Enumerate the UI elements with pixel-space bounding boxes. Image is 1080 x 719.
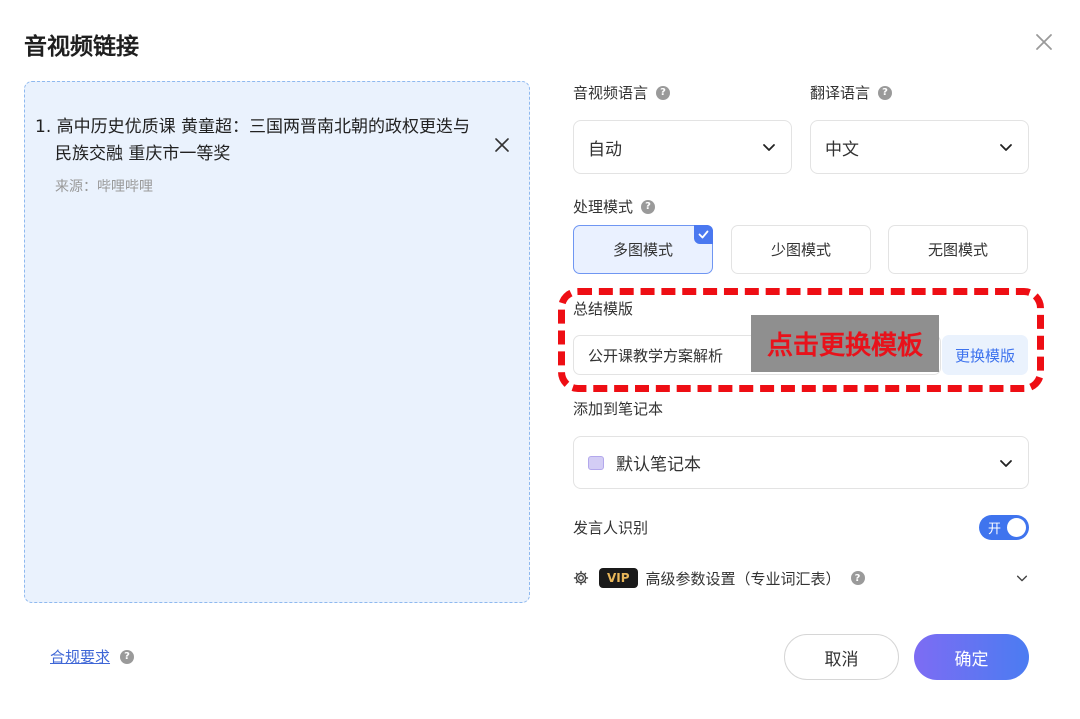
video-title-text: 高中历史优质课 黄童超：三国两晋南北朝的政权更迭与民族交融 重庆市一等奖 — [55, 117, 471, 164]
chevron-down-icon — [1000, 144, 1012, 151]
chevron-down-icon — [1000, 459, 1012, 467]
notebook-value: 默认笔记本 — [616, 455, 701, 475]
compliance-link[interactable]: 合规要求 — [50, 646, 110, 667]
close-icon[interactable] — [1032, 30, 1056, 54]
audio-language-label-text: 音视频语言 — [573, 84, 649, 102]
compliance-row: 合规要求 ? — [50, 646, 135, 667]
check-icon — [694, 225, 713, 244]
mode-label: 无图模式 — [927, 241, 988, 259]
change-template-callout: 点击更换模板 — [751, 315, 939, 372]
vip-badge: VIP — [599, 568, 638, 588]
processing-mode-label-text: 处理模式 — [573, 198, 634, 216]
video-source: 来源：哔哩哔哩 — [55, 179, 153, 195]
notebook-label: 添加到笔记本 — [573, 398, 663, 419]
summary-template-label: 总结模版 — [573, 298, 633, 319]
help-icon[interactable]: ? — [878, 85, 893, 100]
translate-language-select[interactable]: 中文 — [810, 120, 1029, 174]
mode-label: 多图模式 — [612, 241, 673, 259]
chevron-down-icon — [763, 144, 775, 151]
translate-language-value: 中文 — [825, 139, 859, 160]
audio-language-label: 音视频语言 ? — [573, 82, 671, 103]
help-icon[interactable]: ? — [641, 199, 656, 214]
advanced-settings-label: 高级参数设置（专业词汇表） — [645, 569, 841, 588]
notebook-icon — [588, 455, 604, 470]
summary-template-label-text: 总结模版 — [573, 300, 634, 318]
mode-multi-image-button[interactable]: 多图模式 — [573, 225, 713, 274]
speaker-recognition-toggle[interactable]: 开 — [979, 515, 1029, 540]
summary-template-value: 公开课教学方案解析 — [588, 346, 724, 365]
toggle-label: 开 — [988, 522, 1002, 537]
gear-icon — [573, 570, 589, 586]
video-title: 1. 高中历史优质课 黄童超：三国两晋南北朝的政权更迭与民族交融 重庆市一等奖 — [35, 114, 485, 168]
list-item: 1. 高中历史优质课 黄童超：三国两晋南北朝的政权更迭与民族交融 重庆市一等奖 … — [35, 114, 505, 196]
dialog-title: 音视频链接 — [24, 34, 139, 60]
speaker-recognition-label-text: 发言人识别 — [573, 519, 649, 537]
translate-language-label-text: 翻译语言 — [810, 84, 871, 102]
confirm-button[interactable]: 确定 — [914, 634, 1029, 680]
mode-few-image-button[interactable]: 少图模式 — [731, 225, 871, 274]
audio-language-select[interactable]: 自动 — [573, 120, 792, 174]
cancel-button[interactable]: 取消 — [784, 634, 899, 680]
translate-language-label: 翻译语言 ? — [810, 82, 893, 103]
chevron-down-icon[interactable] — [1015, 571, 1029, 585]
mode-label: 少图模式 — [770, 241, 831, 259]
video-list-panel: 1. 高中历史优质课 黄童超：三国两晋南北朝的政权更迭与民族交融 重庆市一等奖 … — [24, 81, 530, 603]
change-template-button[interactable]: 更换模版 — [942, 335, 1028, 375]
help-icon[interactable]: ? — [656, 85, 671, 100]
remove-item-icon[interactable] — [493, 136, 511, 154]
speaker-recognition-label: 发言人识别 — [573, 517, 648, 538]
notebook-select[interactable]: 默认笔记本 — [573, 436, 1029, 489]
help-icon[interactable]: ? — [120, 649, 135, 664]
mode-no-image-button[interactable]: 无图模式 — [888, 225, 1028, 274]
help-icon[interactable]: ? — [850, 571, 865, 585]
processing-mode-label: 处理模式 ? — [573, 196, 656, 217]
advanced-settings-row[interactable]: VIP 高级参数设置（专业词汇表） ? — [573, 565, 1029, 591]
video-index: 1. — [35, 117, 52, 137]
notebook-label-text: 添加到笔记本 — [573, 400, 664, 418]
toggle-knob — [1007, 518, 1026, 537]
audio-language-value: 自动 — [588, 139, 622, 160]
